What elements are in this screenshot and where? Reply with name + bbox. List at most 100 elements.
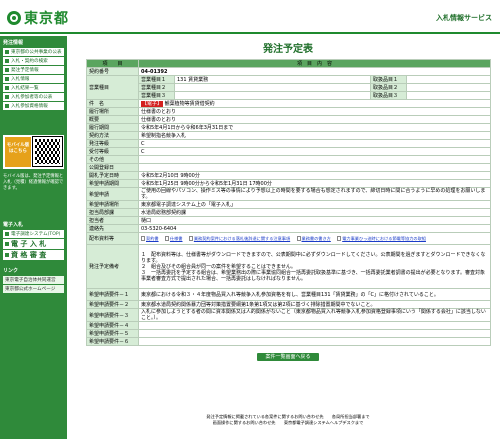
sidebar-item-bid-info[interactable]: 入札情報 [3, 75, 64, 83]
footer: 発注予定情報に掲載されている各案件に関するお問い合わせ先 各局所担当部署まで 画… [86, 414, 490, 426]
bullet-icon [5, 86, 9, 90]
value-apply-place: 東京都電子調達システム上の「電子入札」 [137, 200, 492, 209]
label-remarks: 発注予定備考 [86, 244, 139, 289]
business-type-3-label: 営業種目３ [138, 91, 175, 100]
bullet-icon [5, 95, 9, 99]
label-method: 契約方法 [86, 131, 139, 140]
qr-code-icon [32, 136, 63, 167]
value-attachments: 契約書 仕様書 業務契約案件における落札後辞退に関する注意事項 業務書の書き方 … [137, 232, 492, 245]
value-req3: 入札に参加しようとする者の間に資本関係又は人的関係がないこと（東京都物品買入れ等… [137, 308, 492, 322]
bullet-icon [5, 242, 9, 246]
bullet-icon [5, 253, 9, 257]
label-case-name: 件 名 [86, 99, 139, 108]
attachment-link[interactable]: 仕様書 [164, 235, 183, 241]
value-open-date: 令和5年2月10日 9時00分 [137, 171, 492, 180]
value-period: 令和5年4月1日から令和6年3月31日まで [137, 123, 492, 132]
label-req6: 希望申請要件－６ [86, 337, 139, 346]
footer-line-2: 画面操作に関するお問い合わせ先 東京都電子調達システムヘルプデスクまで [212, 420, 364, 425]
sidebar-item-participants[interactable]: 入札参加者等の公表 [3, 93, 64, 101]
label-person: 担当者 [86, 216, 139, 225]
pdf-icon [296, 235, 301, 241]
label-contact: 連絡先 [86, 224, 139, 233]
sidebar-item-e-procurement[interactable]: 電子調達システム(TOP) [3, 230, 64, 238]
value-person: 樋口 [137, 216, 492, 225]
business-type-1-value: 131 賃貸業務 [174, 75, 371, 84]
business-type-2-label: 営業種目２ [138, 83, 175, 92]
label-accept-grade: 受付等級 [86, 147, 139, 156]
sidebar-link-e-gov[interactable]: 東京電子自治体共同運営 [3, 276, 64, 284]
value-apply-period: 令和5年1月25日 9時00分から令和5年1月31日 17時00分 [137, 179, 492, 188]
label-attachments: 配布資料等 [86, 232, 139, 245]
label-location: 履行場所 [86, 107, 139, 116]
label-apply-method: 希望申請 [86, 187, 139, 201]
tokyo-logo[interactable]: 東京都 [7, 8, 69, 28]
attachment-link[interactable]: 契約書 [141, 235, 159, 241]
main-content: 発注予定表 項 目 項 目 内 容 契約番号 04-01392 営業種目 営業種… [86, 40, 492, 361]
value-contact: 03-5320-6404 [137, 224, 492, 233]
sidebar-item-public-works[interactable]: 東京都の公共事業の公表 [3, 48, 64, 56]
value-grade: C [137, 139, 492, 148]
sidebar-section-links: リンク [3, 268, 19, 274]
business-type-2-value [174, 83, 371, 92]
business-type-1-label: 営業種目１ [138, 75, 175, 84]
order-plan-table: 項 目 項 目 内 容 契約番号 04-01392 営業種目 営業種目１ 131… [86, 59, 492, 346]
pdf-icon [188, 235, 193, 241]
label-req2: 希望申請要件－２ [86, 300, 139, 309]
value-accept-grade: C [137, 147, 492, 156]
sidebar-item-qualification[interactable]: 入札参加資格情報 [3, 102, 64, 110]
label-published: 公開登録日 [86, 163, 139, 172]
electronic-tag: 【電子】 [141, 101, 164, 107]
remark-line: ３ 一括再委託を予定する組合は、希望業務出の際に事業協同組合一括再委託取扱基準に… [141, 269, 486, 282]
back-to-list-button[interactable]: 案件一覧画面へ戻る [257, 353, 319, 361]
product-2-value [405, 83, 492, 92]
sidebar-section-e-bid: 電子入札 [3, 222, 24, 228]
sidebar-item-qualification-review[interactable]: 資 格 審 査 [3, 250, 64, 260]
business-type-3-value [174, 91, 371, 100]
label-other: その他 [86, 155, 139, 164]
sidebar-link-tokyo-official[interactable]: 東京都公式ホームページ [3, 285, 64, 293]
bullet-icon [5, 50, 9, 54]
column-header-item: 項 目 [86, 59, 139, 68]
label-summary: 概要 [86, 115, 139, 124]
bullet-icon [5, 232, 9, 236]
sidebar-item-order-plan[interactable]: 発注予定情報 [3, 66, 64, 74]
label-business-type: 営業種目 [86, 75, 139, 100]
service-name: 入札情報サービス [436, 14, 492, 22]
value-summary: 仕様書のとおり [137, 115, 492, 124]
sidebar: 発注情報 東京都の公共事業の公表 入札・契約の検索 発注予定情報 入札情報 入札… [0, 36, 67, 439]
sidebar-section-order-info: 発注情報 [3, 40, 24, 46]
tokyo-emblem-icon [7, 11, 21, 25]
mobile-label: モバイル版はこちら [5, 137, 31, 167]
bullet-icon [5, 59, 9, 63]
mobile-banner[interactable]: モバイル版はこちら [3, 135, 64, 169]
attachment-link[interactable]: 電力事業ひっ迫時における節電等協力の取組 [337, 235, 426, 241]
attachment-link[interactable]: 業務書の書き方 [296, 235, 331, 241]
label-req3: 希望申請要件－３ [86, 308, 139, 322]
label-req5: 希望申請要件－５ [86, 329, 139, 338]
label-dept: 担当局部課 [86, 208, 139, 217]
sidebar-item-bid-results[interactable]: 入札結果一覧 [3, 84, 64, 92]
product-1-label: 取扱品目１ [370, 75, 407, 84]
value-published [137, 163, 492, 172]
value-apply-method: ご使用の回線やパソコン、操作ミス等の事情により予想以上の時間を要する場合も想定さ… [137, 187, 492, 201]
value-other [137, 155, 492, 164]
label-period: 履行期間 [86, 123, 139, 132]
column-header-content: 項 目 内 容 [137, 59, 492, 68]
value-req5 [137, 329, 492, 338]
sidebar-item-search[interactable]: 入札・契約の検索 [3, 57, 64, 65]
pdf-icon [164, 235, 169, 241]
value-req1: 東京都における令和３・４年度物品買入れ等競争入札参加資格を有し、営業種目131「… [137, 288, 492, 301]
value-contract-no: 04-01392 [137, 67, 492, 76]
bullet-icon [5, 104, 9, 108]
sidebar-item-e-bid[interactable]: 電 子 入 札 [3, 239, 64, 249]
label-contract-no: 契約番号 [86, 67, 139, 76]
attachment-link[interactable]: 業務契約案件における落札後辞退に関する注意事項 [188, 235, 290, 241]
logo-text: 東京都 [24, 11, 69, 27]
value-location: 仕様書のとおり [137, 107, 492, 116]
value-remarks: １ 配布資料等は、仕様書等がダウンロードできますので、公表期間中に必ずダウンロー… [137, 244, 492, 289]
label-open-date: 開札予定日時 [86, 171, 139, 180]
label-apply-period: 希望申請期間 [86, 179, 139, 188]
mobile-note: モバイル版は、発注予定情報と入札（見積）経過情報が確認できます。 [3, 174, 64, 191]
header: 東京都 入札情報サービス [0, 0, 500, 34]
page-title: 発注予定表 [263, 44, 313, 55]
